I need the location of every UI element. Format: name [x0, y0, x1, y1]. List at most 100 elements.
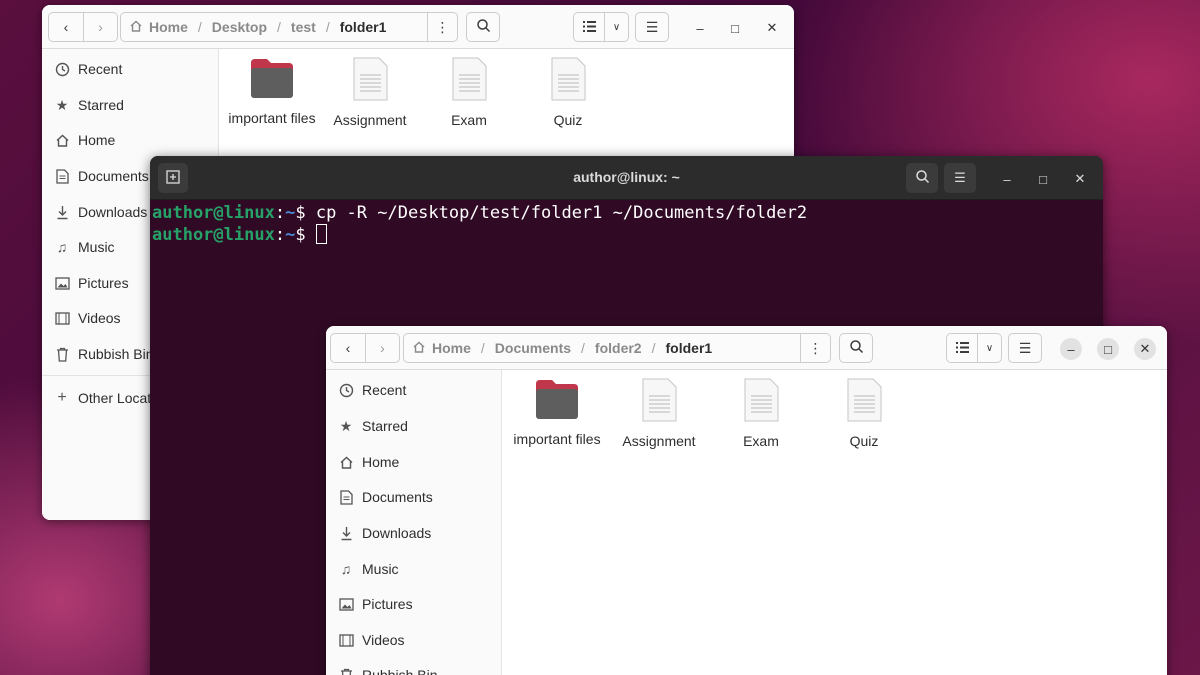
view-options-dropdown[interactable]: ∨	[605, 12, 629, 42]
back-button[interactable]: ‹	[48, 12, 84, 42]
picture-icon	[338, 596, 354, 612]
sidebar-item-downloads[interactable]: Downloads	[338, 521, 431, 545]
sidebar-item-music[interactable]: ♫ Music	[338, 557, 399, 581]
clock-icon	[338, 382, 354, 398]
file-name: Exam	[743, 433, 779, 449]
minimize-button[interactable]: –	[1060, 338, 1082, 360]
file-name: Assignment	[622, 433, 696, 449]
sidebar-item-pictures[interactable]: Pictures	[338, 592, 413, 616]
view-options-dropdown[interactable]: ∨	[978, 333, 1002, 363]
star-icon: ★	[339, 417, 353, 434]
vertical-dots-icon: ⋮	[435, 18, 450, 35]
home-icon	[54, 132, 70, 148]
sidebar-label: Music	[78, 239, 115, 255]
close-button[interactable]: ✕	[761, 17, 783, 39]
file-name: Quiz	[553, 112, 583, 128]
sidebar-item-rubbish-bin[interactable]: Rubbish Bin	[54, 342, 154, 366]
sidebar-item-music[interactable]: ♫ Music	[54, 235, 115, 259]
terminal-line-command: author@linux:~$ cp -R ~/Desktop/test/fol…	[152, 202, 1103, 224]
breadcrumb-folder1[interactable]: folder1	[666, 340, 713, 356]
file-name: Exam	[451, 112, 487, 128]
file-item-folder[interactable]: important files	[509, 378, 605, 447]
sidebar-label: Pictures	[362, 596, 413, 612]
sidebar-label: Videos	[362, 632, 405, 648]
breadcrumb-folder2[interactable]: folder2	[595, 340, 642, 356]
search-button[interactable]	[466, 12, 500, 42]
list-view-button[interactable]	[573, 12, 605, 42]
terminal-output[interactable]: author@linux:~$ cp -R ~/Desktop/test/fol…	[152, 202, 1103, 246]
sidebar-label: Downloads	[362, 525, 432, 541]
picture-icon	[54, 275, 70, 291]
sidebar-item-rubbish-bin[interactable]: Rubbish Bin	[338, 663, 438, 675]
terminal-close-button[interactable]: ✕	[1069, 168, 1091, 190]
minimize-button[interactable]: –	[689, 17, 711, 39]
back-button[interactable]: ‹	[330, 333, 366, 363]
document-icon	[640, 378, 678, 427]
file-item-document[interactable]: Quiz	[520, 57, 616, 128]
header-bar: ‹ › Home / Desktop / test / folder1 ⋮ ∨ …	[42, 5, 794, 49]
maximize-button[interactable]: □	[724, 17, 746, 39]
music-note-icon: ♫	[56, 239, 68, 255]
main-menu-button[interactable]: ☰	[635, 12, 669, 42]
maximize-button[interactable]: □	[1097, 338, 1119, 360]
search-button[interactable]	[839, 333, 873, 363]
sidebar-item-videos[interactable]: Videos	[54, 306, 121, 330]
minimize-icon: –	[696, 20, 704, 36]
close-button[interactable]: ✕	[1134, 338, 1156, 360]
file-item-document[interactable]: Quiz	[816, 378, 912, 449]
trash-icon	[54, 346, 70, 362]
chevron-right-icon: ›	[98, 19, 103, 35]
terminal-line-prompt: author@linux:~$	[152, 224, 1103, 246]
path-menu-button[interactable]: ⋮	[428, 12, 458, 42]
sidebar-label: Documents	[362, 489, 433, 505]
sidebar-label: Recent	[78, 61, 123, 77]
breadcrumb-home[interactable]: Home	[149, 19, 188, 35]
sidebar-item-documents[interactable]: Documents	[338, 485, 433, 509]
film-icon	[338, 632, 354, 648]
chevron-left-icon: ‹	[63, 19, 69, 35]
sidebar-label: Recent	[362, 382, 407, 398]
file-item-document[interactable]: Assignment	[322, 57, 418, 128]
file-item-folder[interactable]: important files	[224, 57, 320, 126]
vertical-dots-icon: ⋮	[808, 339, 823, 356]
sidebar-item-starred[interactable]: ★ Starred	[54, 93, 124, 117]
file-item-document[interactable]: Assignment	[611, 378, 707, 449]
breadcrumb-test[interactable]: test	[291, 19, 316, 35]
prompt-user: author@linux	[152, 225, 275, 245]
header-bar: ‹ › Home / Documents / folder2 / folder1…	[326, 326, 1167, 370]
sidebar-label: Pictures	[78, 275, 129, 291]
sidebar-item-downloads[interactable]: Downloads	[54, 200, 147, 224]
sidebar-item-starred[interactable]: ★ Starred	[338, 414, 408, 438]
prompt-path: ~	[285, 225, 296, 245]
path-menu-button[interactable]: ⋮	[801, 333, 831, 363]
sidebar-item-home[interactable]: Home	[338, 450, 399, 474]
path-bar[interactable]: Home / Documents / folder2 / folder1	[403, 333, 801, 363]
forward-button[interactable]: ›	[84, 12, 118, 42]
hamburger-menu-icon: ☰	[1018, 339, 1032, 356]
sidebar-item-home[interactable]: Home	[54, 128, 115, 152]
close-icon: ✕	[766, 20, 778, 35]
minimize-icon: –	[1003, 171, 1011, 187]
breadcrumb-home[interactable]: Home	[432, 340, 471, 356]
breadcrumb-folder1[interactable]: folder1	[340, 19, 387, 35]
sidebar-item-pictures[interactable]: Pictures	[54, 271, 129, 295]
list-view-button[interactable]	[946, 333, 978, 363]
breadcrumb-documents[interactable]: Documents	[495, 340, 571, 356]
sidebar-item-recent[interactable]: Recent	[54, 57, 122, 81]
sidebar-item-recent[interactable]: Recent	[338, 378, 406, 402]
breadcrumb-desktop[interactable]: Desktop	[212, 19, 267, 35]
main-menu-button[interactable]: ☰	[1008, 333, 1042, 363]
maximize-icon: □	[1039, 171, 1047, 187]
minimize-icon: –	[1067, 341, 1075, 357]
terminal-minimize-button[interactable]: –	[996, 168, 1018, 190]
terminal-search-button[interactable]	[906, 163, 938, 193]
file-item-document[interactable]: Exam	[713, 378, 809, 449]
path-bar[interactable]: Home / Desktop / test / folder1	[120, 12, 428, 42]
sidebar-item-documents[interactable]: Documents	[54, 164, 149, 188]
forward-button[interactable]: ›	[366, 333, 400, 363]
terminal-menu-button[interactable]: ☰	[944, 163, 976, 193]
file-item-document[interactable]: Exam	[421, 57, 517, 128]
sidebar-item-videos[interactable]: Videos	[338, 628, 405, 652]
terminal-maximize-button[interactable]: □	[1032, 168, 1054, 190]
sidebar-label: Videos	[78, 310, 121, 326]
